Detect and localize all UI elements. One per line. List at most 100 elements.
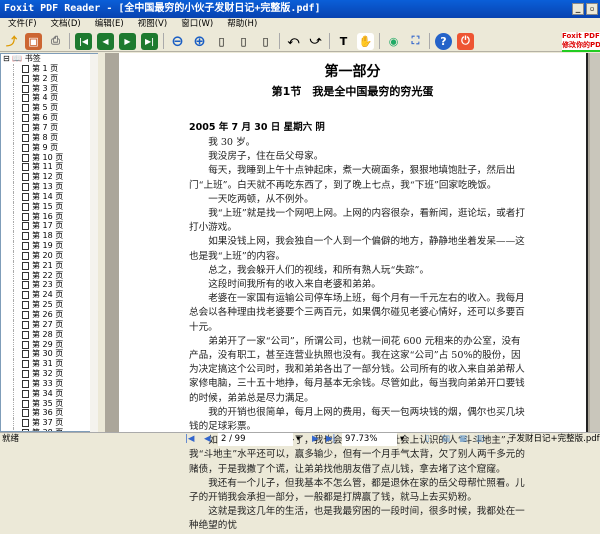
facing-icon[interactable]: ▦	[459, 433, 467, 446]
bookmark-item[interactable]: 第 23 页	[13, 280, 97, 291]
hand-tool-icon[interactable]: ✋	[357, 32, 374, 50]
paragraph: 我还有一个儿子，但我基本不怎么管，都是退休在家的岳父母帮忙照看。儿子的开销我会承…	[189, 477, 525, 504]
zoom-out-icon[interactable]: ⊖	[169, 32, 186, 50]
page-icon	[22, 143, 29, 152]
bookmark-item[interactable]: 第 33 页	[13, 379, 97, 389]
bookmark-item[interactable]: 第 9 页	[13, 143, 97, 153]
bookmark-item[interactable]: 第 12 页	[13, 172, 97, 183]
single-page-icon[interactable]: ▯	[425, 433, 430, 446]
section-heading: 第1节 我是全中国最穷的穷光蛋	[271, 85, 434, 98]
bookmark-item[interactable]: 第 17 页	[13, 221, 97, 232]
bookmark-item[interactable]: 第 2 页	[13, 74, 97, 84]
print-icon[interactable]: ⎙	[47, 33, 64, 50]
bookmark-item[interactable]: 第 21 页	[13, 261, 97, 271]
bookmark-item[interactable]: 第 10 页	[13, 153, 97, 163]
prev-page-button[interactable]: ◀	[204, 433, 211, 446]
bookmark-item[interactable]: 第 1 页	[13, 64, 97, 74]
prev-page-icon[interactable]: ◀	[97, 32, 114, 50]
page-icon	[22, 212, 29, 221]
document-scrollbar[interactable]	[590, 53, 600, 432]
continuous-facing-icon[interactable]: ▥	[476, 433, 484, 446]
open-icon[interactable]: ⤴	[3, 33, 20, 50]
next-page-icon[interactable]: ▶	[119, 32, 136, 50]
page-icon	[22, 360, 29, 369]
first-page-button[interactable]: |◀	[185, 433, 194, 446]
bookmark-label: 第 30 页	[32, 349, 64, 359]
rotate-left-icon[interactable]: ⤺	[285, 33, 302, 50]
fit-page-icon[interactable]: ▯	[235, 33, 252, 50]
bookmark-item[interactable]: 第 29 页	[13, 340, 97, 350]
page-icon	[22, 291, 29, 300]
continuous-icon[interactable]: ▤	[442, 433, 450, 446]
bookmark-item[interactable]: 第 28 页	[13, 330, 97, 340]
bookmark-item[interactable]: 第 4 页	[13, 93, 97, 104]
last-page-icon[interactable]: ▶|	[141, 32, 158, 50]
editor-ad-banner[interactable]: Foxit PDF Editor修改你的PDF	[562, 32, 600, 52]
bookmark-root[interactable]: ⊟ 📖 书签	[1, 54, 97, 64]
bookmark-label: 第 11 页	[32, 162, 64, 172]
bookmark-item[interactable]: 第 31 页	[13, 359, 97, 370]
menu-window[interactable]: 窗口(W)	[181, 18, 213, 31]
fullscreen-icon[interactable]: ⛶	[407, 33, 424, 50]
menu-help[interactable]: 帮助(H)	[227, 18, 257, 31]
page-icon[interactable]: ▯	[213, 33, 230, 50]
first-page-icon[interactable]: |◀	[75, 32, 92, 50]
page-icon	[22, 104, 29, 113]
zoom-in-icon[interactable]: ⊕	[191, 32, 208, 50]
bookmark-item[interactable]: 第 37 页	[13, 418, 97, 429]
page-icon	[22, 320, 29, 329]
sidebar-scrollbar[interactable]	[90, 54, 98, 432]
page-icon	[22, 232, 29, 241]
bookmark-item[interactable]: 第 7 页	[13, 123, 97, 133]
save-icon[interactable]: ▣	[25, 32, 42, 50]
menu-file[interactable]: 文件(F)	[8, 18, 37, 31]
zoom-dropdown-icon[interactable]: ▾	[400, 433, 404, 446]
bookmark-item[interactable]: 第 30 页	[13, 349, 97, 360]
bookmark-item[interactable]: 第 8 页	[13, 133, 97, 143]
menu-document[interactable]: 文档(D)	[51, 18, 81, 31]
bookmark-item[interactable]: 第 18 页	[13, 231, 97, 242]
bookmark-item[interactable]: 第 26 页	[13, 310, 97, 320]
page-dropdown-icon[interactable]: ▾	[296, 433, 300, 446]
zoom-field[interactable]: 97.73%	[342, 433, 397, 446]
bookmark-item[interactable]: 第 6 页	[13, 113, 97, 124]
bookmark-label: 第 34 页	[32, 388, 64, 398]
bookmark-label: 第 27 页	[32, 319, 64, 329]
page-icon	[22, 114, 29, 123]
power-icon[interactable]: ⏻	[457, 32, 474, 50]
web-icon[interactable]: ◉	[385, 33, 402, 50]
bookmark-item[interactable]: 第 34 页	[13, 389, 97, 399]
last-page-button[interactable]: ▶|	[326, 433, 335, 446]
menu-edit[interactable]: 编辑(E)	[95, 18, 124, 31]
bookmark-item[interactable]: 第 13 页	[13, 182, 97, 192]
page-icon	[22, 301, 29, 310]
status-filename: 子发财日记+完整版.pdf	[508, 434, 600, 444]
page-icon	[22, 370, 29, 379]
minimize-button[interactable]: _	[572, 3, 584, 15]
bookmark-label: 第 21 页	[32, 260, 64, 270]
bookmark-item[interactable]: 第 11 页	[13, 162, 97, 173]
fit-width-icon[interactable]: ▯	[257, 33, 274, 50]
page-icon	[22, 123, 29, 132]
bookmark-item[interactable]: 第 15 页	[13, 202, 97, 212]
text-select-icon[interactable]: T	[335, 33, 352, 50]
bookmark-item[interactable]: 第 32 页	[13, 369, 97, 379]
bookmark-item[interactable]: 第 19 页	[13, 241, 97, 252]
bookmark-item[interactable]: 第 25 页	[13, 300, 97, 311]
bookmark-item[interactable]: 第 20 页	[13, 251, 97, 261]
rotate-right-icon[interactable]: ⤻	[307, 33, 324, 50]
page-icon	[22, 350, 29, 359]
page-number-field[interactable]: 2 / 99	[218, 433, 293, 446]
help-icon[interactable]: ?	[435, 32, 452, 50]
page-icon	[22, 271, 29, 280]
bookmark-item[interactable]: 第 14 页	[13, 192, 97, 202]
bookmark-item[interactable]: 第 36 页	[13, 408, 97, 419]
next-page-button[interactable]: ▶	[312, 433, 319, 446]
page-icon	[22, 340, 29, 349]
bookmark-item[interactable]: 第 24 页	[13, 290, 97, 301]
bookmark-item[interactable]: 第 5 页	[13, 103, 97, 114]
menu-view[interactable]: 视图(V)	[138, 18, 167, 31]
bookmark-item[interactable]: 第 27 页	[13, 320, 97, 330]
bookmark-label: 第 23 页	[32, 280, 64, 290]
restore-button[interactable]: ▫	[586, 3, 598, 15]
